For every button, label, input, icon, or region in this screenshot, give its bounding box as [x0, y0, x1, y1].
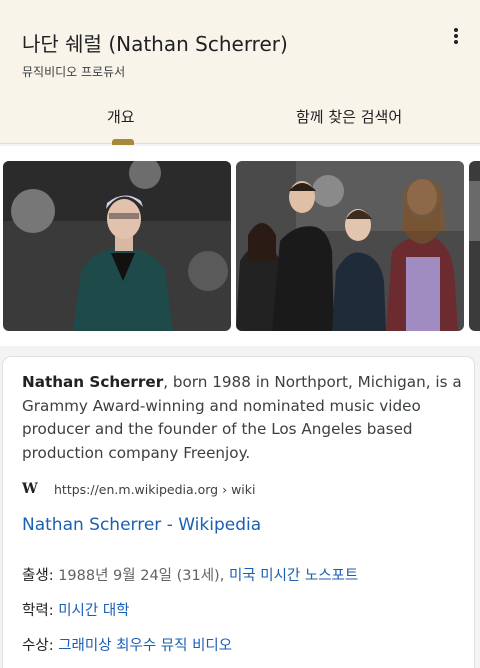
entity-title: 나단 쉐럴 (Nathan Scherrer)	[22, 32, 288, 56]
fact-label-awards: 수상	[22, 638, 49, 654]
photo-nathan-scherrer[interactable]	[3, 161, 231, 331]
source-url[interactable]: https://en.m.wikipedia.org › wiki	[54, 482, 255, 497]
fact-awards: 수상: 그래미상 최우수 뮤직 비디오	[22, 638, 233, 654]
more-options-icon[interactable]	[446, 26, 466, 48]
photo-partial[interactable]	[469, 161, 480, 331]
fact-education: 학력: 미시간 대학	[22, 603, 130, 619]
wikipedia-icon: W	[22, 481, 38, 497]
active-tab-indicator	[112, 139, 134, 145]
tab-overview[interactable]: 개요	[107, 106, 135, 127]
entity-subtitle: 뮤직비디오 프로듀서	[22, 65, 126, 79]
tab-related-searches[interactable]: 함께 찾은 검색어	[296, 106, 402, 127]
photo-group[interactable]	[236, 161, 464, 331]
fact-value-born: 1988년 9월 24일 (31세),	[58, 568, 229, 584]
fact-label-born: 출생	[22, 568, 49, 584]
fact-label-education: 학력	[22, 603, 49, 619]
awards-link[interactable]: 그래미상 최우수 뮤직 비디오	[58, 638, 232, 654]
wikipedia-link[interactable]: Nathan Scherrer - Wikipedia	[22, 515, 261, 535]
image-carousel	[0, 146, 480, 346]
education-link[interactable]: 미시간 대학	[58, 603, 129, 619]
fact-born: 출생: 1988년 9월 24일 (31세), 미국 미시간 노스포트	[22, 568, 359, 584]
birthplace-link[interactable]: 미국 미시간 노스포트	[229, 568, 358, 584]
entity-name-bold: Nathan Scherrer	[22, 373, 164, 391]
description-card: Nathan Scherrer, born 1988 in Northport,…	[3, 357, 474, 668]
entity-description: Nathan Scherrer, born 1988 in Northport,…	[22, 371, 462, 465]
knowledge-panel-header: 나단 쉐럴 (Nathan Scherrer) 뮤직비디오 프로듀서 개요 함께…	[0, 0, 480, 145]
